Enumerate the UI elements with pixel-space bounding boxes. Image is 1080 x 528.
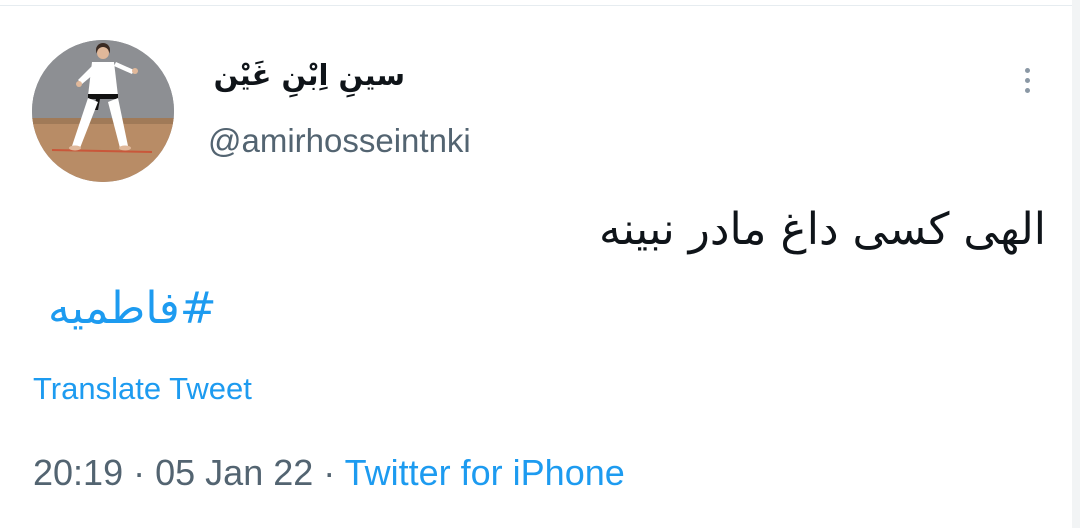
tweet-date[interactable]: 05 Jan 22 [155, 452, 313, 493]
meta-separator: · [133, 452, 146, 493]
meta-separator: · [323, 452, 336, 493]
display-name[interactable]: سینِ اِبْنِ غَیْن [214, 58, 405, 92]
translate-tweet-link[interactable]: Translate Tweet [33, 371, 252, 407]
hashtag-link[interactable]: #فاطمیه [48, 283, 217, 334]
right-edge-border [1072, 0, 1080, 528]
tweet-text: الهی کسی داغ مادر نبینه [599, 204, 1046, 255]
tweet-metadata: 20:19 · 05 Jan 22 · Twitter for iPhone [33, 452, 625, 494]
top-divider [0, 5, 1080, 6]
user-handle[interactable]: @amirhosseintnki [208, 122, 471, 160]
more-vertical-icon-dot [1024, 87, 1030, 93]
more-options-button[interactable] [1010, 60, 1044, 100]
tweet-source-link[interactable]: Twitter for iPhone [345, 452, 625, 493]
avatar[interactable] [32, 40, 174, 182]
more-vertical-icon [1024, 67, 1030, 73]
more-vertical-icon-dot [1024, 77, 1030, 83]
tweet-time[interactable]: 20:19 [33, 452, 123, 493]
avatar-karate-figure-image [32, 40, 174, 182]
